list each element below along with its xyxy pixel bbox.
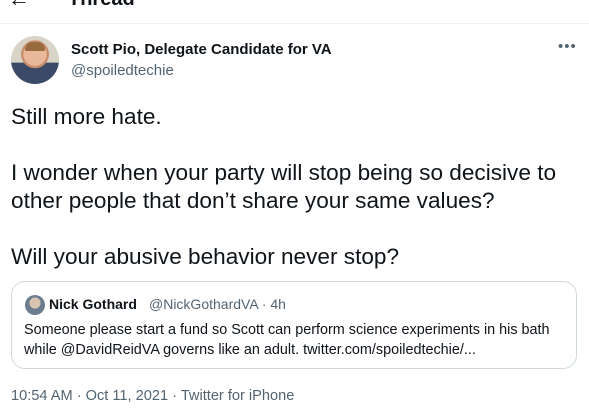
tweet-paragraph: I wonder when your party will stop being… xyxy=(11,160,557,213)
more-icon[interactable]: ••• xyxy=(558,38,577,55)
author-handle[interactable]: @spoiledtechie xyxy=(71,62,174,79)
avatar[interactable] xyxy=(11,36,59,84)
quoted-tweet[interactable]: Nick Gothard @NickGothardVA · 4h Someone… xyxy=(11,281,577,369)
thread-header: ← Thread xyxy=(0,0,589,24)
author-name[interactable]: Scott Pio, Delegate Candidate for VA xyxy=(71,41,332,58)
tweet-paragraph: Still more hate. xyxy=(11,104,162,129)
quoted-avatar xyxy=(25,295,45,315)
avatar-hair xyxy=(25,42,45,51)
back-arrow-icon[interactable]: ← xyxy=(8,0,30,12)
tweet-timestamp[interactable]: 10:54 AM · Oct 11, 2021 · Twitter for iP… xyxy=(11,388,294,404)
quoted-author-name: Nick Gothard xyxy=(49,296,137,312)
quoted-tweet-text: Someone please start a fund so Scott can… xyxy=(24,322,550,358)
tweet-paragraph: Will your abusive behavior never stop? xyxy=(11,244,400,269)
tweet-text: Still more hate. I wonder when your part… xyxy=(11,103,583,271)
page-title: Thread xyxy=(68,0,135,11)
quoted-author-handle: @NickGothardVA · 4h xyxy=(149,296,286,312)
